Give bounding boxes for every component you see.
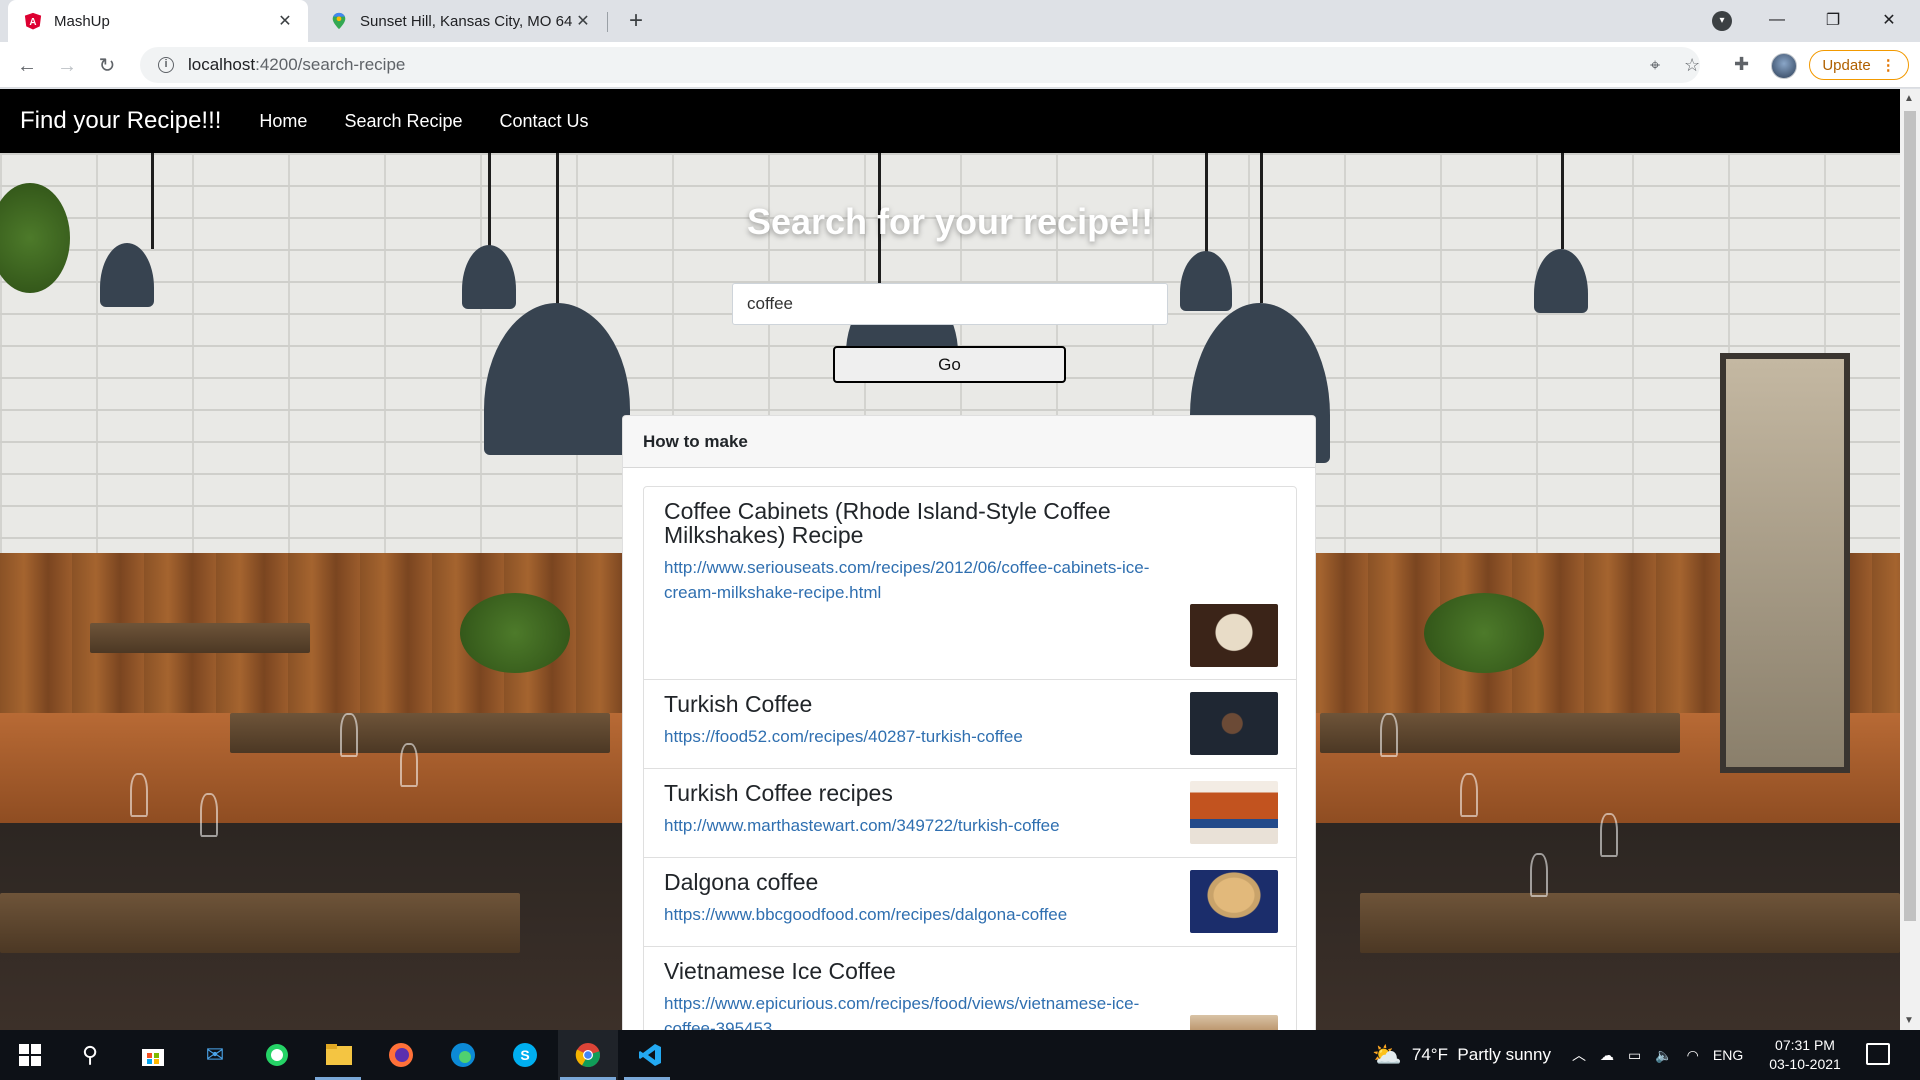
brand-link[interactable]: Find your Recipe!!! [20, 107, 221, 135]
recipe-link[interactable]: https://food52.com/recipes/40287-turkish… [664, 724, 1276, 749]
mail-icon[interactable]: ✉ [199, 1039, 231, 1071]
system-clock[interactable]: 07:31 PM 03-10-2021 [1760, 1036, 1850, 1074]
update-button[interactable]: Update ⋮ [1809, 50, 1909, 80]
window-close-icon[interactable]: ✕ [1866, 0, 1912, 40]
clock-time: 07:31 PM [1775, 1037, 1835, 1053]
results-list: Coffee Cabinets (Rhode Island-Style Coff… [643, 486, 1297, 1030]
scroll-down-icon[interactable]: ▼ [1904, 1015, 1914, 1026]
chrome-icon[interactable] [572, 1039, 604, 1071]
volume-icon[interactable]: 🔈 [1655, 1047, 1672, 1064]
windows-start-icon[interactable] [14, 1039, 46, 1071]
list-item: Turkish Coffee https://food52.com/recipe… [644, 680, 1296, 769]
address-url: localhost:4200/search-recipe [188, 55, 406, 74]
wifi-icon[interactable]: ◠ [1687, 1047, 1699, 1064]
results-card: How to make Coffee Cabinets (Rhode Islan… [622, 415, 1316, 1030]
page-scrollbar[interactable]: ▲ ▼ [1900, 89, 1920, 1030]
recipe-link[interactable]: http://www.marthastewart.com/349722/turk… [664, 813, 1276, 838]
forward-icon[interactable]: → [53, 52, 81, 80]
list-item: Coffee Cabinets (Rhode Island-Style Coff… [644, 487, 1296, 680]
recipe-thumbnail [1190, 781, 1278, 844]
recipe-title: Coffee Cabinets (Rhode Island-Style Coff… [664, 498, 1111, 548]
browser-toolbar: ← → ↻ i localhost:4200/search-recipe ⌖ ☆… [0, 42, 1920, 88]
back-icon[interactable]: ← [13, 52, 41, 80]
microsoft-store-icon[interactable] [137, 1039, 169, 1071]
recipe-thumbnail [1190, 692, 1278, 755]
list-item: Dalgona coffee https://www.bbcgoodfood.c… [644, 858, 1296, 947]
svg-text:A: A [29, 17, 36, 28]
minimize-icon[interactable]: ― [1754, 0, 1800, 40]
chevron-up-icon[interactable]: ︿ [1572, 1045, 1586, 1065]
list-item: Vietnamese Ice Coffee https://www.epicur… [644, 947, 1296, 1030]
svg-text:S: S [520, 1047, 529, 1063]
kebab-menu-icon: ⋮ [1880, 57, 1896, 74]
onedrive-cloud-icon[interactable]: ☁ [1600, 1047, 1614, 1064]
recipe-link[interactable]: http://www.seriouseats.com/recipes/2012/… [664, 555, 1276, 605]
search-title: Search for your recipe!! [746, 201, 1154, 242]
address-bar[interactable]: i localhost:4200/search-recipe ⌖ ☆ [140, 47, 1700, 83]
battery-icon[interactable]: ▭ [1628, 1047, 1641, 1064]
recipe-thumbnail [1190, 1015, 1278, 1030]
partly-sunny-icon: ⛅ [1372, 1041, 1402, 1069]
tab-google-maps[interactable]: Sunset Hill, Kansas City, MO 6411 ✕ [316, 0, 606, 42]
tab-close-icon[interactable]: ✕ [572, 10, 594, 32]
tab-title: Sunset Hill, Kansas City, MO 6411 [360, 12, 572, 30]
bookmark-star-icon[interactable]: ☆ [1684, 55, 1700, 76]
nav-contact-us[interactable]: Contact Us [500, 111, 589, 132]
angular-icon: A [24, 12, 42, 30]
recipe-link[interactable]: https://www.bbcgoodfood.com/recipes/dalg… [664, 902, 1276, 927]
tab-title: MashUp [54, 12, 110, 30]
nav-search-recipe[interactable]: Search Recipe [344, 111, 462, 132]
list-item: Turkish Coffee recipes http://www.martha… [644, 769, 1296, 858]
scroll-up-icon[interactable]: ▲ [1904, 93, 1914, 104]
app-navbar: Find your Recipe!!! Home Search Recipe C… [0, 89, 1900, 153]
edge-icon[interactable] [447, 1039, 479, 1071]
reload-icon[interactable]: ↻ [93, 52, 121, 80]
google-maps-icon [332, 12, 346, 30]
recipe-title: Turkish Coffee [664, 691, 813, 717]
language-indicator[interactable]: ENG [1713, 1047, 1743, 1063]
system-tray: ︿ ☁ ▭ 🔈 ◠ ENG [1572, 1030, 1743, 1080]
notification-center-icon[interactable] [1866, 1043, 1890, 1065]
recipe-thumbnail [1190, 604, 1278, 667]
recipe-title: Turkish Coffee recipes [664, 780, 893, 806]
go-button[interactable]: Go [833, 346, 1066, 383]
tab-mashup[interactable]: A MashUp ✕ [8, 0, 308, 42]
restore-icon[interactable]: ❐ [1810, 0, 1856, 40]
weather-text: 74°F Partly sunny [1411, 1045, 1551, 1064]
results-card-header: How to make [623, 416, 1315, 468]
file-explorer-icon[interactable] [323, 1039, 355, 1071]
site-info-icon[interactable]: i [158, 57, 174, 73]
recipe-link[interactable]: https://www.epicurious.com/recipes/food/… [664, 991, 1276, 1030]
location-icon[interactable]: ⌖ [1650, 55, 1660, 76]
whatsapp-icon[interactable] [261, 1039, 293, 1071]
recipe-title: Dalgona coffee [664, 869, 819, 895]
windows-taskbar: ⚲ ✉ S ⛅ 74°F Partly sunny ︿ ☁ ▭ 🔈 ◠ ENG … [0, 1030, 1920, 1080]
recipe-search-input[interactable] [732, 283, 1168, 325]
tab-separator [607, 12, 608, 32]
skype-icon[interactable]: S [509, 1039, 541, 1071]
new-tab-icon[interactable]: + [622, 8, 650, 36]
clock-date: 03-10-2021 [1769, 1056, 1841, 1072]
scrollbar-thumb[interactable] [1904, 111, 1916, 921]
profile-avatar[interactable] [1771, 53, 1797, 79]
tab-close-icon[interactable]: ✕ [274, 10, 296, 32]
page-viewport: Find your Recipe!!! Home Search Recipe C… [0, 89, 1900, 1030]
recipe-title: Vietnamese Ice Coffee [664, 958, 896, 984]
nav-home[interactable]: Home [259, 111, 307, 132]
firefox-icon[interactable] [385, 1039, 417, 1071]
weather-widget[interactable]: ⛅ 74°F Partly sunny [1372, 1030, 1551, 1080]
tab-search-icon[interactable]: ▾ [1712, 11, 1732, 31]
vscode-icon[interactable] [634, 1039, 666, 1071]
recipe-thumbnail [1190, 870, 1278, 933]
extensions-puzzle-icon[interactable]: ✚ [1734, 54, 1749, 75]
search-icon[interactable]: ⚲ [74, 1039, 106, 1071]
browser-tab-strip: A MashUp ✕ Sunset Hill, Kansas City, MO … [0, 0, 1920, 42]
